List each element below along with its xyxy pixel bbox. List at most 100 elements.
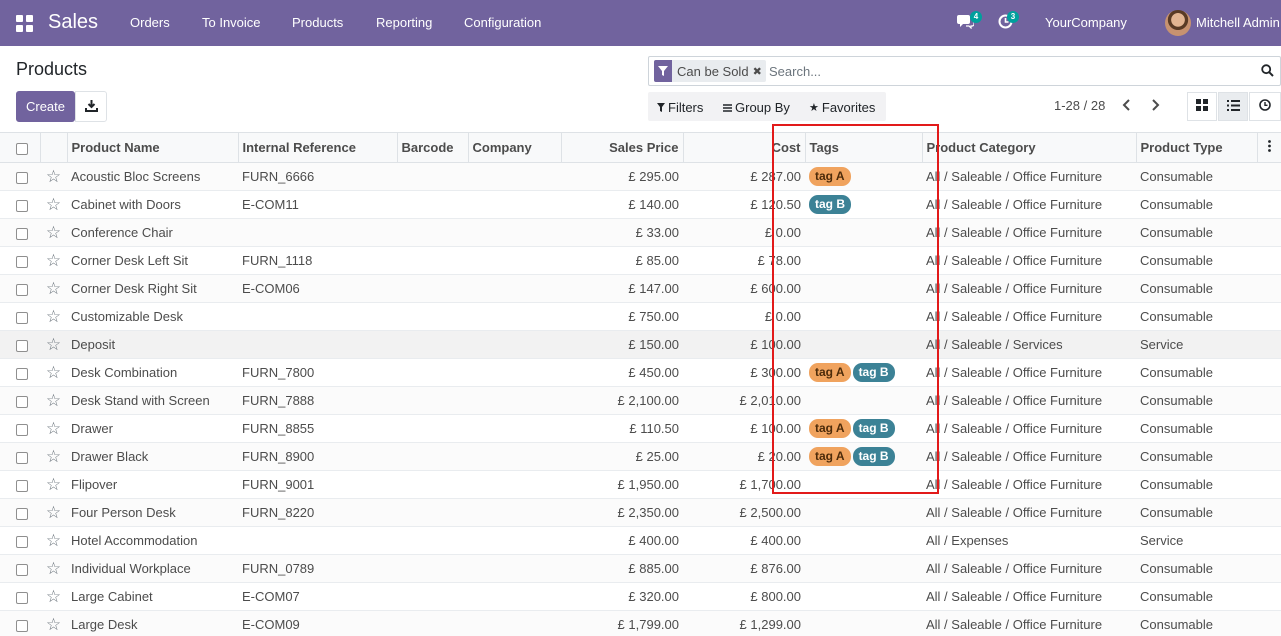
row-checkbox[interactable] [0, 442, 40, 471]
table-row[interactable]: ☆ Flipover FURN_9001 £ 1,950.00 £ 1,700.00 Al… [0, 470, 1281, 499]
favorite-star-icon[interactable]: ☆ [40, 162, 67, 191]
row-checkbox[interactable] [0, 414, 40, 443]
list-view-button[interactable] [1218, 92, 1248, 121]
column-product-type[interactable]: Product Type [1135, 132, 1257, 163]
cell-internal-reference: FURN_8855 [238, 414, 397, 443]
cell-product-category: All / Saleable / Office Furniture [922, 302, 1136, 331]
table-row[interactable]: ☆ Desk Combination FURN_7800 £ 450.00 £ 300.… [0, 358, 1281, 387]
table-row[interactable]: ☆ Drawer Black FURN_8900 £ 25.00 £ 20.00 tag … [0, 442, 1281, 471]
pager-next-icon[interactable] [1150, 98, 1160, 114]
table-row[interactable]: ☆ Large Cabinet E-COM07 £ 320.00 £ 800.00 All… [0, 582, 1281, 611]
search-input[interactable] [769, 61, 1239, 81]
menu-products[interactable]: Products [292, 15, 343, 30]
cell-spacer [1257, 274, 1281, 303]
search-facet[interactable]: Can be Sold ✖ [654, 60, 766, 82]
row-checkbox[interactable] [0, 470, 40, 499]
favorite-star-icon[interactable]: ☆ [40, 302, 67, 331]
kanban-view-button[interactable] [1187, 92, 1217, 121]
column-tags[interactable]: Tags [804, 132, 922, 163]
favorite-star-icon[interactable]: ☆ [40, 386, 67, 415]
optional-columns-toggle[interactable] [1256, 132, 1281, 163]
groupby-toggle[interactable]: Group By [723, 100, 790, 115]
row-checkbox[interactable] [0, 498, 40, 527]
create-button[interactable]: Create [16, 91, 75, 122]
table-row[interactable]: ☆ Individual Workplace FURN_0789 £ 885.00 £ … [0, 554, 1281, 583]
app-name[interactable]: Sales [48, 11, 98, 34]
cell-tags: tag B [805, 190, 922, 219]
cell-company [468, 414, 561, 443]
column-cost[interactable]: Cost [682, 132, 805, 163]
favorite-star-icon[interactable]: ☆ [40, 358, 67, 387]
row-checkbox[interactable] [0, 526, 40, 555]
menu-to-invoice[interactable]: To Invoice [202, 15, 261, 30]
row-checkbox[interactable] [0, 218, 40, 247]
user-avatar[interactable] [1165, 10, 1191, 36]
company-switcher[interactable]: YourCompany [1045, 15, 1127, 30]
favorite-star-icon[interactable]: ☆ [40, 246, 67, 275]
row-checkbox[interactable] [0, 274, 40, 303]
download-button[interactable] [75, 91, 107, 122]
cell-tags: tag Atag B [805, 358, 922, 387]
row-checkbox[interactable] [0, 302, 40, 331]
activity-view-button[interactable] [1249, 92, 1281, 121]
column-sales-price[interactable]: Sales Price [560, 132, 683, 163]
row-checkbox[interactable] [0, 610, 40, 636]
table-row[interactable]: ☆ Conference Chair £ 33.00 £ 0.00 All / Sale… [0, 218, 1281, 247]
table-row[interactable]: ☆ Deposit £ 150.00 £ 100.00 All / Saleable /… [0, 330, 1281, 359]
menu-configuration[interactable]: Configuration [464, 15, 541, 30]
column-product-category[interactable]: Product Category [921, 132, 1136, 163]
list-icon [1226, 99, 1240, 114]
table-row[interactable]: ☆ Cabinet with Doors E-COM11 £ 140.00 £ 120.… [0, 190, 1281, 219]
filters-toggle[interactable]: Filters [657, 100, 703, 115]
table-row[interactable]: ☆ Corner Desk Right Sit E-COM06 £ 147.00 £ 6… [0, 274, 1281, 303]
favorite-star-icon[interactable]: ☆ [40, 190, 67, 219]
row-checkbox[interactable] [0, 582, 40, 611]
table-row[interactable]: ☆ Hotel Accommodation £ 400.00 £ 400.00 All … [0, 526, 1281, 555]
favorites-toggle[interactable]: ★ Favorites [809, 100, 875, 115]
favorite-star-icon[interactable]: ☆ [40, 582, 67, 611]
app-menu-icon[interactable] [16, 15, 33, 32]
vertical-ellipsis-icon [1267, 140, 1271, 155]
cell-product-name: Desk Combination [67, 358, 238, 387]
table-row[interactable]: ☆ Acoustic Bloc Screens FURN_6666 £ 295.00 £… [0, 162, 1281, 191]
favorite-star-icon[interactable]: ☆ [40, 414, 67, 443]
row-checkbox[interactable] [0, 162, 40, 191]
cell-product-category: All / Saleable / Office Furniture [922, 610, 1136, 636]
favorite-star-icon[interactable]: ☆ [40, 554, 67, 583]
cell-internal-reference [238, 302, 397, 331]
row-checkbox[interactable] [0, 330, 40, 359]
cell-sales-price: £ 85.00 [561, 246, 683, 275]
table-row[interactable]: ☆ Large Desk E-COM09 £ 1,799.00 £ 1,299.00 Al… [0, 610, 1281, 636]
table-row[interactable]: ☆ Drawer FURN_8855 £ 110.50 £ 100.00 tag Atag… [0, 414, 1281, 443]
select-all-checkbox[interactable] [0, 132, 40, 163]
favorite-star-icon[interactable]: ☆ [40, 610, 67, 636]
menu-orders[interactable]: Orders [130, 15, 170, 30]
row-checkbox[interactable] [0, 386, 40, 415]
row-checkbox[interactable] [0, 358, 40, 387]
column-barcode[interactable]: Barcode [396, 132, 468, 163]
row-checkbox[interactable] [0, 554, 40, 583]
table-row[interactable]: ☆ Corner Desk Left Sit FURN_1118 £ 85.00 £ 7… [0, 246, 1281, 275]
favorite-star-icon[interactable]: ☆ [40, 442, 67, 471]
menu-reporting[interactable]: Reporting [376, 15, 432, 30]
table-row[interactable]: ☆ Customizable Desk £ 750.00 £ 0.00 All / Sa… [0, 302, 1281, 331]
column-company[interactable]: Company [467, 132, 561, 163]
favorite-star-icon[interactable]: ☆ [40, 470, 67, 499]
column-internal-reference[interactable]: Internal Reference [237, 132, 397, 163]
favorite-star-icon[interactable]: ☆ [40, 218, 67, 247]
favorite-star-icon[interactable]: ☆ [40, 274, 67, 303]
row-checkbox[interactable] [0, 190, 40, 219]
favorite-star-icon[interactable]: ☆ [40, 330, 67, 359]
row-checkbox[interactable] [0, 246, 40, 275]
cell-spacer [1257, 470, 1281, 499]
pager-value[interactable]: 1-28 / 28 [1054, 98, 1105, 113]
column-product-name[interactable]: Product Name [66, 132, 238, 163]
favorite-star-icon[interactable]: ☆ [40, 526, 67, 555]
remove-facet-icon[interactable]: ✖ [753, 65, 766, 78]
search-icon[interactable] [1261, 64, 1274, 80]
user-menu[interactable]: Mitchell Admin [1196, 15, 1280, 30]
table-row[interactable]: ☆ Desk Stand with Screen FURN_7888 £ 2,100.… [0, 386, 1281, 415]
favorite-star-icon[interactable]: ☆ [40, 498, 67, 527]
pager-previous-icon[interactable] [1122, 98, 1132, 114]
table-row[interactable]: ☆ Four Person Desk FURN_8220 £ 2,350.00 £ 2,… [0, 498, 1281, 527]
